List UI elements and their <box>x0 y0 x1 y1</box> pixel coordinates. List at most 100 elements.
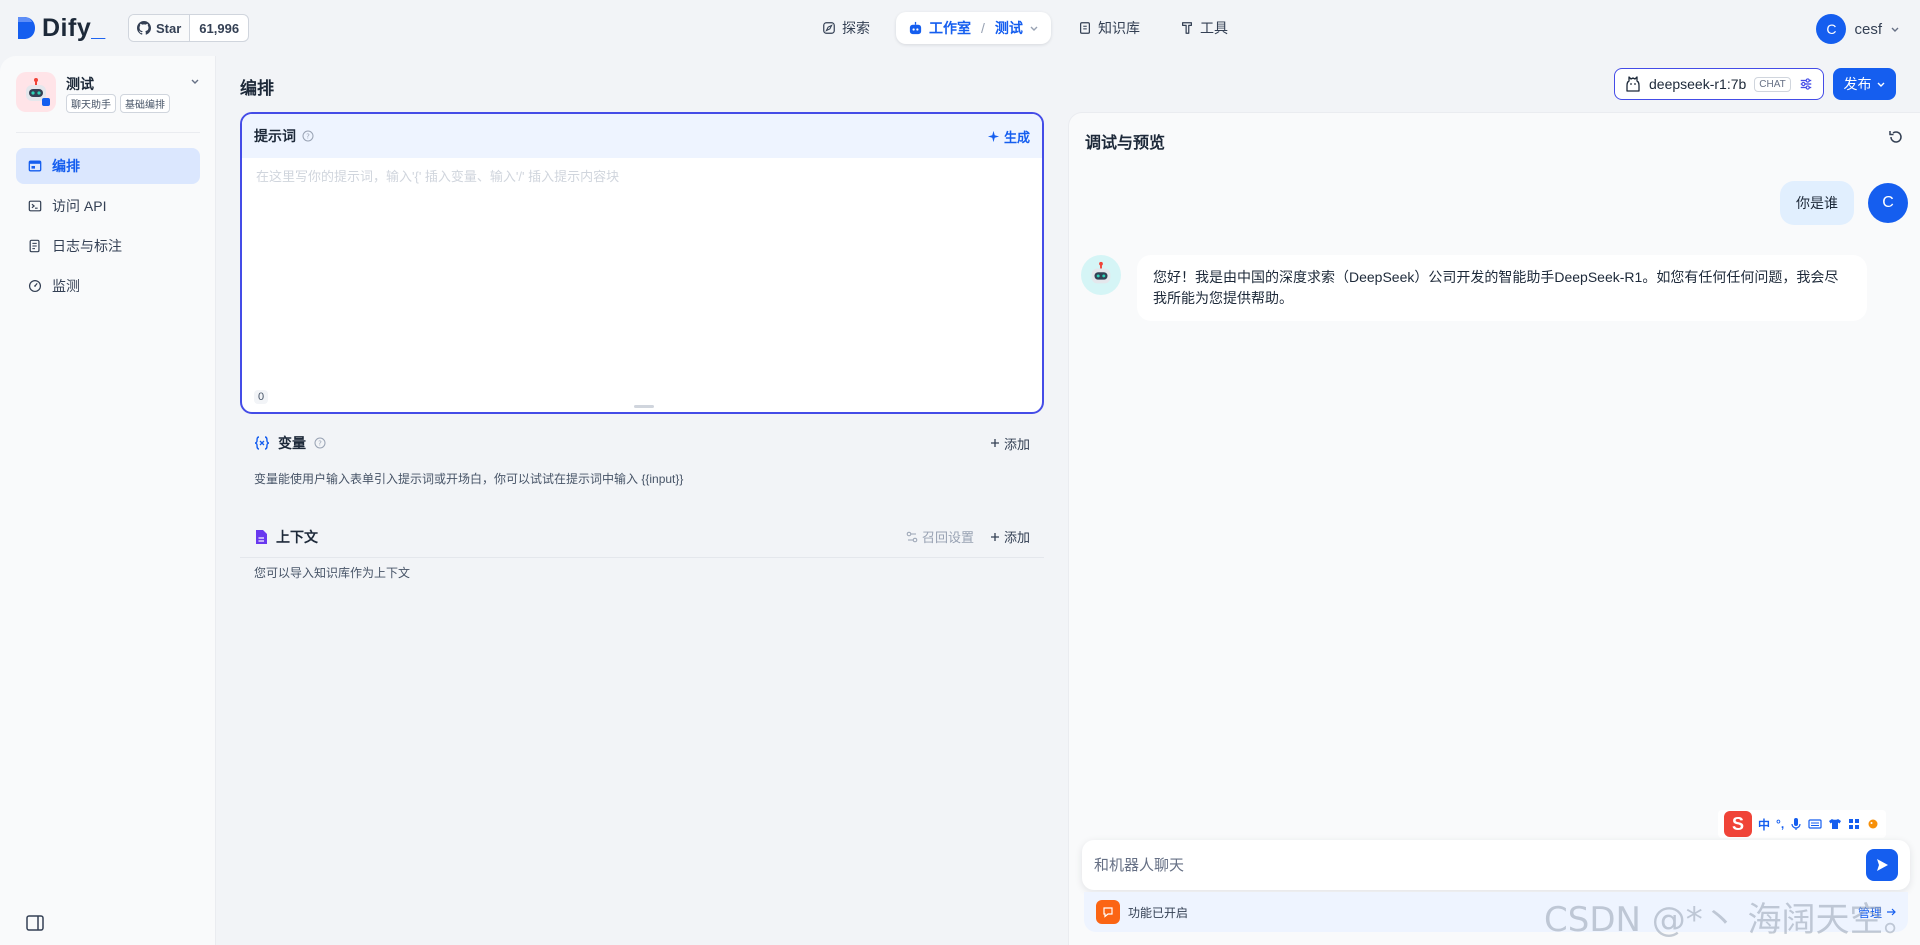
sliders-icon[interactable] <box>1799 77 1813 91</box>
model-name: deepseek-r1:7b <box>1649 76 1747 92</box>
variable-braces-icon <box>254 436 270 450</box>
prompt-input[interactable] <box>256 166 1026 366</box>
context-title: 上下文 <box>276 528 318 545</box>
add-label: 添加 <box>1003 530 1030 545</box>
chevron-down-icon[interactable] <box>190 76 200 86</box>
skin-icon[interactable] <box>1866 818 1880 830</box>
nav-studio[interactable]: 工作室 / 测试 <box>896 12 1051 44</box>
ime-toolbar[interactable]: S 中 °, <box>1718 810 1887 838</box>
generate-prompt-button[interactable]: 生成 <box>987 127 1030 146</box>
sidebar-item-label: 监测 <box>52 278 80 294</box>
variables-card: 变量 ? 添加 变量能使用户输入表单引入提示词或开场白，你可以试试在提示词中输入… <box>240 422 1044 506</box>
debug-title: 调试与预览 <box>1085 135 1166 152</box>
nav-tools[interactable]: 工具 <box>1168 12 1240 44</box>
app-sidebar: 测试 聊天助手 基础编排 编排 访问 API 日志与标注 监测 <box>0 56 216 945</box>
manage-label: 管理 <box>1857 905 1882 920</box>
arrow-right-icon <box>1887 908 1896 916</box>
chat-input-container <box>1082 840 1910 890</box>
dify-logo[interactable]: Dify_ <box>16 13 106 43</box>
nav-separator: / <box>981 20 985 36</box>
user-avatar: C <box>1816 14 1847 44</box>
refresh-icon[interactable] <box>1888 129 1904 145</box>
document-icon <box>256 529 267 544</box>
chevron-down-icon <box>1877 82 1884 87</box>
svg-text:?: ? <box>306 133 310 141</box>
model-selector-button[interactable]: deepseek-r1:7b CHAT <box>1614 68 1824 100</box>
resize-handle[interactable] <box>634 405 654 408</box>
publish-label: 发布 <box>1843 76 1872 92</box>
features-bar: 功能已开启 管理 <box>1084 892 1908 932</box>
robot-icon <box>909 21 922 34</box>
retrieval-settings-button[interactable]: 召回设置 <box>906 527 974 546</box>
user-name: cesf <box>1854 20 1882 38</box>
help-circle-icon[interactable]: ? <box>314 437 326 449</box>
nav-knowledge[interactable]: 知识库 <box>1066 12 1152 44</box>
assistant-message-bubble: 您好！我是由中国的深度求索（DeepSeek）公司开发的智能助手DeepSeek… <box>1137 255 1867 321</box>
grid-icon[interactable] <box>1848 818 1860 830</box>
send-button[interactable] <box>1866 849 1898 881</box>
context-header: 上下文 召回设置 添加 <box>240 516 1044 558</box>
sidebar-item-monitor[interactable]: 监测 <box>16 268 200 304</box>
shirt-icon[interactable] <box>1828 818 1842 830</box>
ollama-icon <box>1626 76 1640 92</box>
sidebar-item-label: 日志与标注 <box>52 238 122 254</box>
generate-label: 生成 <box>1003 129 1030 145</box>
nav-explore[interactable]: 探索 <box>810 12 882 44</box>
add-context-button[interactable]: 添加 <box>990 527 1030 546</box>
sogou-ime-icon[interactable]: S <box>1724 811 1752 837</box>
sidebar-item-label: 编排 <box>52 158 80 174</box>
robot-avatar-icon <box>1091 261 1111 284</box>
page-title: 编排 <box>240 79 274 98</box>
app-info[interactable]: 测试 聊天助手 基础编排 <box>16 72 200 128</box>
sparkle-icon <box>987 130 1000 142</box>
dify-logo-icon <box>18 17 35 39</box>
keyboard-icon[interactable] <box>1808 818 1822 830</box>
book-icon <box>1080 22 1090 34</box>
user-message: 你是谁 C <box>1780 181 1908 225</box>
app-tags: 聊天助手 基础编排 <box>66 94 170 113</box>
sidebar-item-orchestrate[interactable]: 编排 <box>16 148 200 184</box>
app-type-tag: 聊天助手 <box>66 94 116 113</box>
user-message-bubble: 你是谁 <box>1780 181 1854 225</box>
prompt-header: 提示词 ? 生成 <box>242 114 1042 158</box>
variables-header: 变量 ? 添加 <box>240 422 1044 464</box>
add-variable-button[interactable]: 添加 <box>990 434 1030 453</box>
variables-title: 变量 <box>278 435 306 451</box>
manage-features-button[interactable]: 管理 <box>1858 904 1896 921</box>
plus-icon <box>990 439 999 447</box>
prompt-editor-card: 提示词 ? 生成 0 <box>240 112 1044 414</box>
nav-studio-label: 工作室 <box>929 20 971 36</box>
terminal-icon <box>28 200 42 212</box>
sidebar-item-api[interactable]: 访问 API <box>16 188 200 224</box>
context-card: 上下文 召回设置 添加 您可以导入知识库作为上下文 <box>240 516 1044 600</box>
github-star-button[interactable]: Star <box>129 15 191 41</box>
app-icon <box>16 72 56 112</box>
features-enabled-label: 功能已开启 <box>1128 905 1189 920</box>
app-mode-tag: 基础编排 <box>120 94 170 113</box>
svg-text:?: ? <box>318 440 322 448</box>
github-star-count: 61,996 <box>199 20 240 36</box>
github-star-widget[interactable]: Star 61,996 <box>128 14 250 42</box>
sidebar-collapse-icon[interactable] <box>26 915 44 931</box>
ime-language-toggle[interactable]: 中 <box>1758 816 1770 833</box>
chevron-down-icon[interactable] <box>1029 23 1039 33</box>
chevron-down-icon <box>1891 27 1899 32</box>
ime-punctuation-toggle[interactable]: °, <box>1776 817 1784 831</box>
add-label: 添加 <box>1003 436 1030 452</box>
help-circle-icon[interactable]: ? <box>302 130 314 142</box>
quote-icon <box>1103 907 1113 918</box>
user-menu[interactable]: C cesf <box>1816 14 1900 44</box>
gauge-icon <box>28 279 42 293</box>
publish-button[interactable]: 发布 <box>1833 68 1896 100</box>
sidebar-item-label: 访问 API <box>52 198 107 214</box>
app-name: 测试 <box>66 76 94 92</box>
nav-studio-app[interactable]: 测试 <box>995 18 1023 38</box>
plus-icon <box>990 532 999 541</box>
sidebar-item-logs[interactable]: 日志与标注 <box>16 228 200 264</box>
microphone-icon[interactable] <box>1790 817 1802 831</box>
nav-knowledge-label: 知识库 <box>1098 20 1140 36</box>
prompt-title: 提示词 <box>254 128 296 144</box>
chat-input[interactable] <box>1094 856 1866 874</box>
user-avatar: C <box>1868 183 1908 223</box>
send-icon <box>1877 859 1888 871</box>
